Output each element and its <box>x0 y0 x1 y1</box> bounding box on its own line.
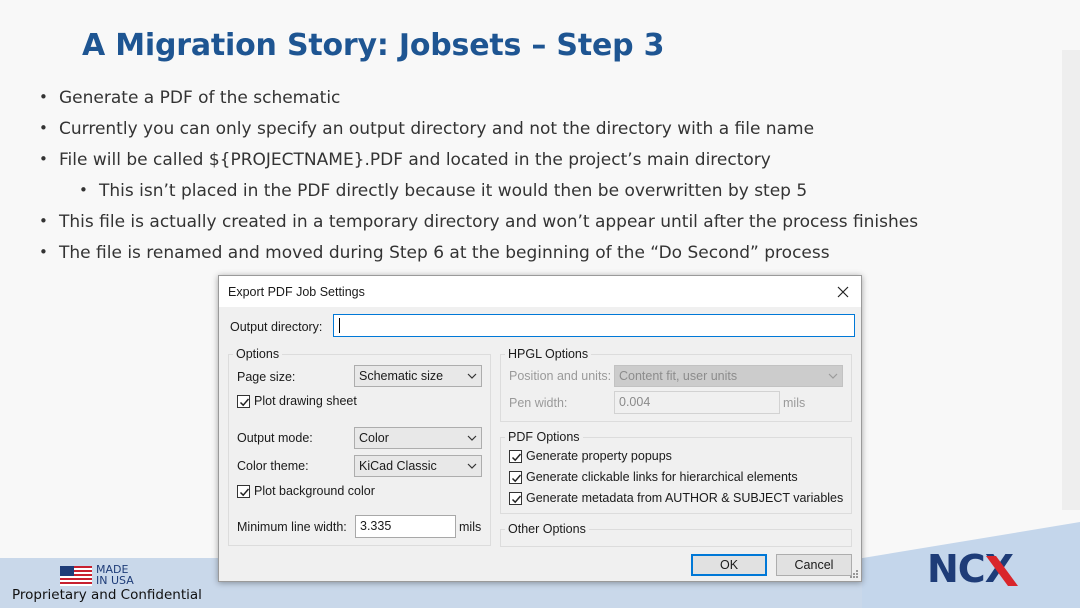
pen-width-unit: mils <box>783 396 806 410</box>
min-line-width-label: Minimum line width: <box>237 520 347 534</box>
chevron-down-icon <box>467 373 477 379</box>
dialog-title: Export PDF Job Settings <box>228 285 365 299</box>
bullet-text: This isn’t placed in the PDF directly be… <box>99 181 808 201</box>
resize-grip-icon[interactable] <box>849 569 859 579</box>
bullet-text: Currently you can only specify an output… <box>59 119 815 139</box>
page-size-select[interactable]: Schematic size <box>354 365 482 387</box>
close-icon <box>837 286 849 297</box>
cancel-button[interactable]: Cancel <box>776 554 852 576</box>
output-directory-label: Output directory: <box>230 320 323 334</box>
slide-title: A Migration Story: Jobsets – Step 3 <box>82 28 665 63</box>
output-mode-select[interactable]: Color <box>354 427 482 449</box>
bullet-glyph: • <box>39 212 48 230</box>
checkbox-box[interactable] <box>237 485 250 498</box>
options-group-title: Options <box>233 347 283 361</box>
chevron-down-icon <box>828 373 838 379</box>
plot-drawing-sheet-label: Plot drawing sheet <box>254 394 357 408</box>
bullet-item: • File will be called ${PROJECTNAME}.PDF… <box>39 150 771 170</box>
output-mode-label: Output mode: <box>237 431 313 445</box>
text-caret <box>339 318 340 333</box>
bullet-text: File will be called ${PROJECTNAME}.PDF a… <box>59 150 771 170</box>
bullet-glyph: • <box>39 243 48 261</box>
clickable-links-label: Generate clickable links for hierarchica… <box>526 470 798 484</box>
bullet-glyph: • <box>39 150 48 168</box>
page-size-label: Page size: <box>237 370 296 384</box>
checkbox-box[interactable] <box>509 450 522 463</box>
chevron-down-icon <box>467 435 477 441</box>
position-units-label: Position and units: <box>509 369 612 383</box>
plot-background-color-label: Plot background color <box>254 484 375 498</box>
min-line-width-unit: mils <box>459 520 482 534</box>
checkmark-icon <box>239 488 250 497</box>
chevron-down-icon <box>467 463 477 469</box>
checkmark-icon <box>511 495 522 504</box>
bullet-glyph: • <box>39 88 48 106</box>
pdf-options-group-title: PDF Options <box>505 430 583 444</box>
checkmark-icon <box>511 453 522 462</box>
checkbox-box[interactable] <box>509 492 522 505</box>
checkmark-icon <box>511 474 522 483</box>
pen-width-label: Pen width: <box>509 396 568 410</box>
hpgl-options-group-title: HPGL Options <box>505 347 592 361</box>
bullet-item: • Currently you can only specify an outp… <box>39 119 815 139</box>
bullet-glyph: • <box>39 119 48 137</box>
close-button[interactable] <box>825 276 861 307</box>
pen-width-input: 0.004 <box>614 391 780 414</box>
checkbox-box[interactable] <box>237 395 250 408</box>
ok-button[interactable]: OK <box>691 554 767 576</box>
bullet-text: The file is renamed and moved during Ste… <box>59 243 830 263</box>
logo-x-accent-icon <box>986 556 1018 586</box>
property-popups-label: Generate property popups <box>526 449 672 463</box>
bullet-text: This file is actually created in a tempo… <box>59 212 919 232</box>
color-theme-label: Color theme: <box>237 459 309 473</box>
us-flag-icon <box>60 566 92 586</box>
export-pdf-dialog: Export PDF Job Settings Output directory… <box>218 275 862 582</box>
color-theme-select[interactable]: KiCad Classic <box>354 455 482 477</box>
checkbox-box[interactable] <box>509 471 522 484</box>
ncx-logo: NCX <box>927 547 1018 591</box>
checkmark-icon <box>239 398 250 407</box>
dialog-titlebar[interactable]: Export PDF Job Settings <box>219 276 861 307</box>
made-in-usa-text: MADE IN USA <box>96 563 134 587</box>
min-line-width-input[interactable]: 3.335 <box>355 515 456 538</box>
bullet-text: Generate a PDF of the schematic <box>59 88 341 108</box>
bullet-item: • Generate a PDF of the schematic <box>39 88 341 108</box>
bullet-glyph: • <box>79 181 88 199</box>
sub-bullet-item: • This isn’t placed in the PDF directly … <box>79 181 808 201</box>
bullet-item: • This file is actually created in a tem… <box>39 212 919 232</box>
position-units-select: Content fit, user units <box>614 365 843 387</box>
bullet-item: • The file is renamed and moved during S… <box>39 243 830 263</box>
other-options-group-title: Other Options <box>505 522 589 536</box>
slide-edge-strip <box>1062 50 1080 510</box>
output-directory-input[interactable] <box>333 314 855 337</box>
metadata-label: Generate metadata from AUTHOR & SUBJECT … <box>526 491 844 505</box>
confidential-notice: Proprietary and Confidential <box>12 587 202 603</box>
